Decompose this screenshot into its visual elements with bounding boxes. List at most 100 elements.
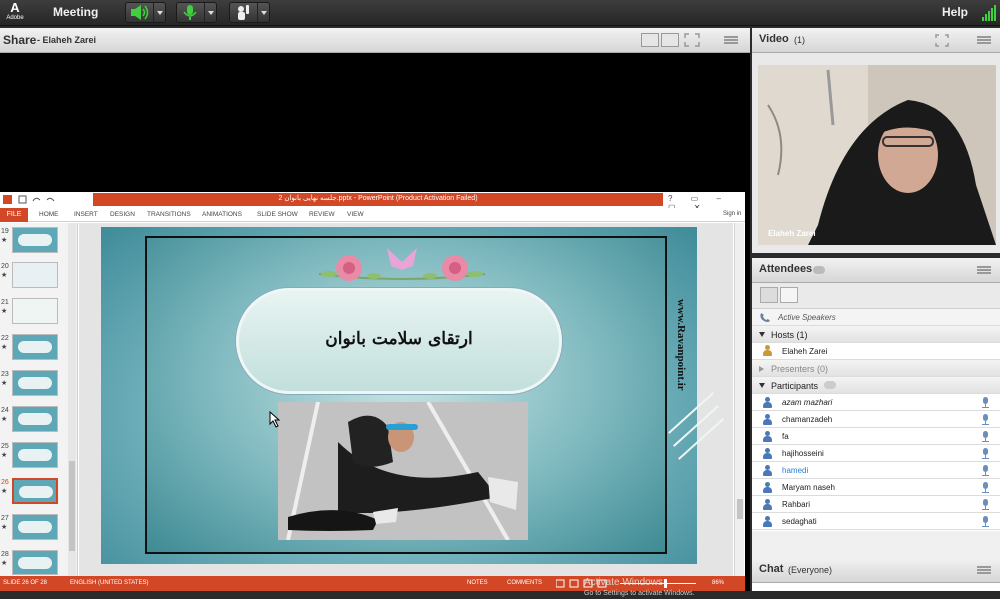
pod-options-icon[interactable] [977, 566, 991, 575]
thumb-number: 27 [1, 515, 9, 522]
ppt-tab-animations[interactable]: ANIMATIONS [202, 211, 242, 218]
ppt-ribbon-tabs: FILE HOME INSERT DESIGN TRANSITIONS ANIM… [0, 208, 745, 222]
ppt-tab-review[interactable]: REVIEW [309, 211, 335, 218]
status-dropdown[interactable] [257, 3, 269, 22]
presenters-section-header[interactable]: Presenters (0) [752, 360, 1000, 377]
user-icon [762, 499, 773, 510]
user-icon [762, 397, 773, 408]
participant-name: azam mazhari [782, 398, 833, 407]
thumb-star: ★ [1, 452, 8, 459]
microphone-button[interactable] [176, 2, 217, 23]
slide-thumbnail-19[interactable] [12, 227, 58, 253]
participant-row[interactable]: chamanzadeh [752, 411, 1000, 428]
list-view-icon[interactable] [760, 287, 778, 303]
microphone-icon [982, 482, 989, 493]
fit-width-icon[interactable] [641, 33, 659, 47]
fit-page-icon[interactable] [661, 33, 679, 47]
pod-options-icon[interactable] [724, 36, 738, 45]
status-view-icon[interactable] [780, 287, 798, 303]
participants-section-header[interactable]: Participants [752, 377, 1000, 394]
slide-thumbnail-20[interactable] [12, 262, 58, 288]
slide-title: ارتقای سلامت بانوان [325, 329, 473, 349]
share-presenter-name: - Elaheh Zarei [37, 35, 97, 45]
slide-frame: ارتقای سلامت بانوان [145, 236, 667, 554]
slide-thumbnail-27[interactable] [12, 514, 58, 540]
slide-thumbnail-24[interactable] [12, 406, 58, 432]
ppt-tab-slide-show[interactable]: SLIDE SHOW [257, 211, 298, 218]
thumb-number: 19 [1, 228, 9, 235]
participant-row[interactable]: fa [752, 428, 1000, 445]
raise-hand-button[interactable] [229, 2, 270, 23]
slide-thumbnail-26-selected[interactable] [12, 478, 58, 504]
thumbnail-scrollbar[interactable] [68, 223, 76, 576]
ppt-tab-file[interactable]: FILE [0, 208, 28, 222]
speaker-dropdown[interactable] [153, 3, 165, 22]
chat-pod-title: Chat [759, 563, 784, 575]
ppt-titlebar: جلسه نهایی بانوان 2.pptx - PowerPoint (P… [0, 192, 745, 212]
thumb-number: 21 [1, 299, 9, 306]
thumb-star: ★ [1, 560, 8, 567]
slide-thumbnail-21[interactable] [12, 298, 58, 324]
participant-row[interactable]: Maryam naseh [752, 479, 1000, 496]
user-icon [762, 482, 773, 493]
adobe-logo-text: Adobe [6, 15, 24, 21]
fullscreen-icon[interactable] [935, 34, 949, 47]
thumb-star: ★ [1, 272, 8, 279]
pod-options-icon[interactable] [977, 266, 991, 275]
status-comments-button[interactable]: COMMENTS [507, 580, 542, 586]
webcam-feed: Elaheh Zarei [758, 65, 996, 245]
host-icon [762, 345, 773, 356]
thumb-number: 24 [1, 407, 9, 414]
video-pod: Elaheh Zarei [752, 53, 1000, 253]
slide-thumbnail-28[interactable] [12, 550, 58, 575]
thumb-star: ★ [1, 380, 8, 387]
status-notes-button[interactable]: NOTES [467, 580, 488, 586]
microphone-dropdown[interactable] [204, 3, 216, 22]
participant-row[interactable]: Rahbari [752, 496, 1000, 513]
video-pod-title: Video [759, 33, 789, 45]
quick-access-icons[interactable] [3, 195, 63, 205]
microphone-icon [982, 414, 989, 425]
hosts-section-header[interactable]: Hosts (1) [752, 326, 1000, 343]
slide-thumbnail-25[interactable] [12, 442, 58, 468]
thumb-number: 25 [1, 443, 9, 450]
microphone-icon [982, 516, 989, 527]
user-icon [762, 431, 773, 442]
status-language[interactable]: ENGLISH (UNITED STATES) [70, 580, 148, 586]
hosts-label: Hosts (1) [771, 330, 808, 340]
thumb-star: ★ [1, 344, 8, 351]
woman-stretching-photo [278, 402, 528, 540]
menu-meeting[interactable]: Meeting [53, 5, 98, 19]
slide-thumbnail-22[interactable] [12, 334, 58, 360]
thumb-number: 22 [1, 335, 9, 342]
participant-name: Maryam naseh [782, 483, 835, 492]
ppt-tab-transitions[interactable]: TRANSITIONS [147, 211, 191, 218]
thumb-number: 23 [1, 371, 9, 378]
fullscreen-icon[interactable] [684, 33, 700, 47]
speaker-icon [131, 5, 149, 20]
user-icon [762, 414, 773, 425]
participant-row[interactable]: sedaghati [752, 513, 1000, 530]
microphone-icon [982, 465, 989, 476]
menu-help[interactable]: Help [942, 5, 968, 19]
participant-row[interactable]: hamedi [752, 462, 1000, 479]
ppt-tab-design[interactable]: DESIGN [110, 211, 135, 218]
pod-options-icon[interactable] [977, 36, 991, 45]
participant-name: sedaghati [782, 517, 817, 526]
speaker-button[interactable] [125, 2, 166, 23]
slide-thumbnail-23[interactable] [12, 370, 58, 396]
connection-signal-icon [982, 4, 998, 21]
ppt-tab-insert[interactable]: INSERT [74, 211, 98, 218]
ppt-tab-view[interactable]: VIEW [347, 211, 364, 218]
ppt-sign-in[interactable]: Sign in [723, 211, 741, 217]
video-participant-name: Elaheh Zarei [768, 229, 816, 238]
host-row[interactable]: Elaheh Zarei [752, 343, 1000, 360]
status-zoom-level[interactable]: 86% [712, 580, 724, 586]
participant-name: hamedi [782, 466, 809, 475]
participant-row[interactable]: hajihosseini [752, 445, 1000, 462]
share-pod-title: Share [3, 33, 37, 47]
slide-scrollbar[interactable] [734, 223, 744, 576]
participant-row[interactable]: azam mazhari [752, 394, 1000, 411]
powerpoint-window: جلسه نهایی بانوان 2.pptx - PowerPoint (P… [0, 192, 745, 597]
ppt-tab-home[interactable]: HOME [39, 211, 59, 218]
